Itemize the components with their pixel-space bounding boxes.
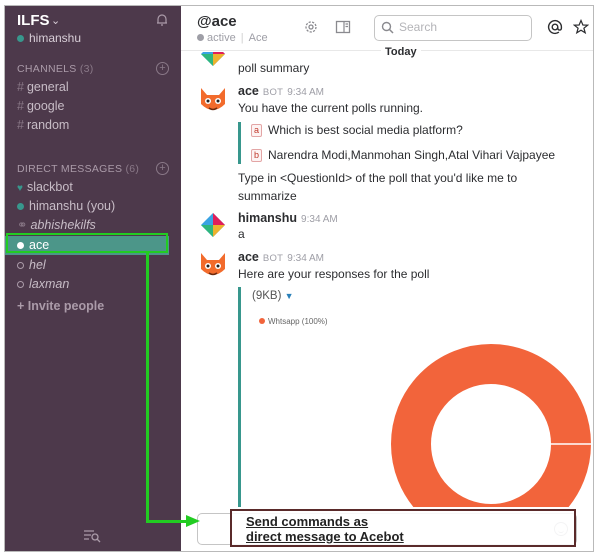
sidebar-item-random[interactable]: # random — [17, 116, 181, 135]
sidebar-item-slackbot[interactable]: ♥ slackbot — [17, 178, 181, 197]
slack-window: ILFS ⌄ himanshu CHANNELS (3) + # general … — [4, 5, 594, 552]
poll-donut-chart — [391, 344, 591, 507]
channel-label: general — [26, 80, 69, 94]
pie-slice-whtsapp — [391, 344, 591, 507]
current-user[interactable]: himanshu — [17, 31, 81, 45]
annotation-arrow-icon — [186, 515, 200, 527]
channel-subtitle: Ace — [248, 32, 268, 44]
channel-label: random — [26, 118, 70, 132]
message-line: summarize — [238, 189, 297, 203]
team-name[interactable]: ILFS — [17, 12, 50, 29]
search-icon — [381, 21, 394, 34]
message-timestamp[interactable]: 9:34 AM — [301, 214, 338, 225]
message-author[interactable]: ace BOT 9:34 AM — [238, 250, 324, 264]
author-name: ace — [238, 250, 259, 264]
annotation-highlight — [6, 233, 168, 253]
poll-option: b Narendra Modi,Manmohan Singh,Atal Vihar… — [251, 148, 555, 162]
message-text: You have the current polls running. — [238, 101, 424, 115]
add-channel-icon[interactable]: + — [156, 62, 169, 75]
annotation-line — [146, 520, 188, 523]
ace-bot-avatar[interactable] — [197, 84, 229, 116]
search-box[interactable] — [374, 15, 532, 41]
dm-header[interactable]: DIRECT MESSAGES (6) — [17, 163, 139, 175]
sidebar-item-himanshu[interactable]: himanshu (you) — [17, 197, 181, 216]
current-user-name: himanshu — [29, 31, 82, 45]
star-icon[interactable] — [573, 19, 589, 35]
option-text: Narendra Modi,Manmohan Singh,Atal Vihari… — [268, 148, 556, 162]
message-line: Type in <QuestionId> of the poll that yo… — [238, 171, 518, 185]
message-timestamp[interactable]: 9:34 AM — [287, 253, 324, 264]
message-text: poll summary — [238, 61, 310, 75]
annotation-text: direct message to Acebot — [246, 529, 404, 544]
dm-label: hel — [29, 258, 46, 272]
presence-active-icon — [17, 203, 24, 210]
dm-label: laxman — [29, 277, 70, 291]
add-dm-icon[interactable]: + — [156, 162, 169, 175]
search-input[interactable] — [399, 20, 524, 34]
ace-bot-avatar[interactable] — [197, 249, 229, 281]
bot-badge: BOT — [262, 87, 284, 98]
message-text: Type in <QuestionId> of the poll that yo… — [238, 169, 517, 205]
annotation-callout: Send commands as direct message to Acebo… — [230, 509, 576, 547]
presence-icon — [197, 34, 204, 41]
invite-people-link[interactable]: + Invite people — [17, 297, 181, 316]
multi-user-icon: ⚭ — [17, 218, 28, 232]
avatar[interactable] — [197, 52, 229, 70]
option-text: Which is best social media platform? — [268, 123, 463, 137]
legend-label: Whtsapp (100%) — [268, 317, 328, 326]
author-name: himanshu — [238, 211, 298, 225]
option-letter-badge: a — [251, 124, 262, 137]
dm-label: abhishekilfs — [30, 218, 96, 232]
sidebar-item-hel[interactable]: hel — [17, 256, 181, 275]
channel-title[interactable]: @ace — [197, 13, 237, 30]
message-author[interactable]: himanshu 9:34 AM — [238, 211, 338, 225]
poll-option: a Which is best social media platform? — [251, 123, 463, 137]
sidebar: ILFS ⌄ himanshu CHANNELS (3) + # general … — [5, 6, 181, 551]
dm-label: DIRECT MESSAGES — [17, 163, 123, 175]
sidebar-item-laxman[interactable]: laxman — [17, 275, 181, 294]
channels-count: (3) — [79, 63, 94, 75]
sidebar-item-google[interactable]: # google — [17, 97, 181, 116]
filter-list-icon[interactable] — [83, 529, 101, 543]
option-letter-badge: b — [251, 149, 262, 162]
legend-swatch — [259, 318, 265, 324]
channels-header[interactable]: CHANNELS (3) — [17, 63, 94, 75]
himanshu-avatar[interactable] — [197, 209, 229, 241]
presence-active-icon — [17, 35, 24, 42]
file-size-label: (9KB) — [252, 290, 282, 302]
gear-icon[interactable] — [303, 19, 319, 35]
caret-down-icon[interactable]: ▼ — [285, 291, 294, 301]
dm-label: himanshu (you) — [29, 199, 116, 213]
channel-meta: active | Ace — [197, 32, 268, 44]
message-text: a — [238, 227, 245, 241]
sidebar-item-general[interactable]: # general — [17, 78, 181, 97]
message-text: Here are your responses for the poll — [238, 267, 430, 281]
channels-label: CHANNELS — [17, 63, 77, 75]
heart-icon: ♥ — [17, 183, 23, 194]
dm-label: slackbot — [26, 180, 73, 194]
message-list: poll summary ace BOT 9:34 AM You have the … — [181, 52, 593, 507]
dm-count: (6) — [125, 163, 140, 175]
sidebar-toggle-icon[interactable] — [335, 19, 351, 35]
attachment-bar — [238, 287, 241, 507]
file-size[interactable]: (9KB) ▼ — [252, 290, 294, 302]
bot-badge: BOT — [262, 253, 284, 264]
presence-status: active — [207, 32, 236, 44]
annotation-text: Send commands as — [246, 514, 369, 529]
message-author[interactable]: ace BOT 9:34 AM — [238, 84, 324, 98]
presence-away-icon — [17, 281, 24, 288]
chevron-down-icon[interactable]: ⌄ — [51, 14, 60, 27]
message-timestamp[interactable]: 9:34 AM — [287, 87, 324, 98]
channel-label: google — [26, 99, 65, 113]
annotation-line — [146, 253, 149, 523]
channel-header: @ace active|Ace Today — [181, 6, 593, 58]
author-name: ace — [238, 84, 259, 98]
attachment-bar — [238, 122, 241, 164]
chart-legend: Whtsapp (100%) — [259, 317, 328, 326]
presence-away-icon — [17, 262, 24, 269]
at-mention-icon[interactable] — [547, 19, 563, 35]
bell-icon[interactable] — [155, 13, 169, 27]
